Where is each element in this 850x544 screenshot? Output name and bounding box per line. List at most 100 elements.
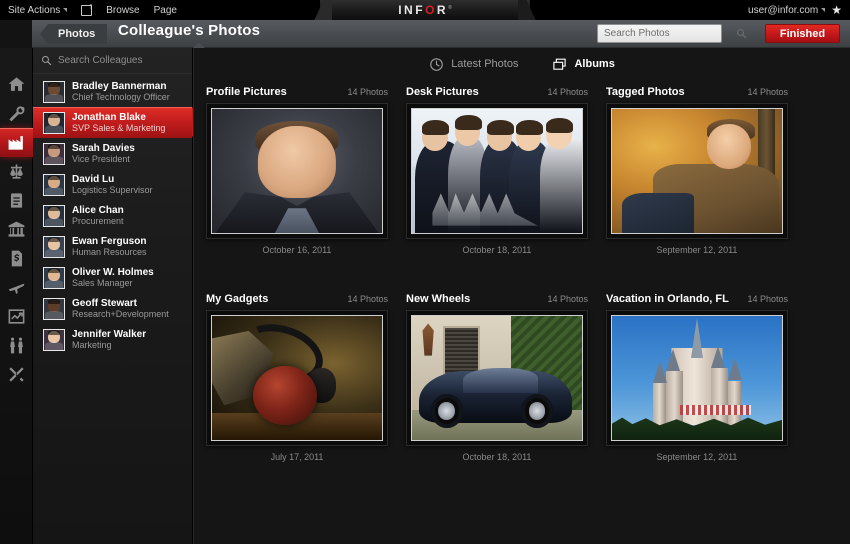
bank-icon xyxy=(8,221,25,237)
colleague-row[interactable]: Ewan Ferguson Human Resources xyxy=(33,231,192,262)
albums-grid: Profile Pictures 14 Photos October 16, 201… xyxy=(194,80,850,500)
album-tile[interactable]: Vacation in Orlando, FL 14 Photos Septembe… xyxy=(606,293,806,500)
logo-text: INFOR® xyxy=(398,3,452,17)
album-header: Vacation in Orlando, FL 14 Photos xyxy=(606,293,788,305)
album-title: New Wheels xyxy=(406,293,471,305)
photo-artwork xyxy=(612,109,782,233)
rail-item-airplane-icon[interactable] xyxy=(0,273,33,302)
colleague-row[interactable]: Bradley Bannerman Chief Technology Office… xyxy=(33,76,192,107)
colleague-role: Chief Technology Officer xyxy=(72,92,170,103)
colleague-row[interactable]: Oliver W. Holmes Sales Manager xyxy=(33,262,192,293)
clock-icon xyxy=(430,57,443,71)
invoice-dollar-icon xyxy=(11,250,23,267)
album-photo-count: 14 Photos xyxy=(547,294,588,304)
wrench-machine-icon xyxy=(9,106,25,122)
finished-button[interactable]: Finished xyxy=(765,24,840,43)
album-date: October 16, 2011 xyxy=(262,245,332,255)
finished-button-label: Finished xyxy=(779,27,826,40)
logo-plate: INFOR® xyxy=(306,0,544,20)
chevron-down-icon xyxy=(821,7,826,12)
album-thumbnail-image xyxy=(611,108,783,234)
page-tab[interactable]: Page xyxy=(154,5,177,16)
main-content: Latest Photos Albums Profile Pictures 14 … xyxy=(193,48,850,544)
search-photos-box[interactable] xyxy=(597,24,747,43)
tab-albums[interactable]: Albums xyxy=(552,57,615,72)
rail-item-wrench-machine-icon[interactable] xyxy=(0,99,33,128)
colleague-role: Research+Development xyxy=(72,309,169,320)
rail-item-home-icon[interactable] xyxy=(0,70,33,99)
album-thumbnail[interactable] xyxy=(206,103,388,239)
logo-part-o: O xyxy=(425,3,437,17)
rail-item-tools-icon[interactable] xyxy=(0,360,33,389)
photo-artwork xyxy=(212,316,382,440)
album-title: My Gadgets xyxy=(206,293,269,305)
search-photos-input[interactable] xyxy=(604,28,736,39)
colleague-sidebar: Bradley BannermanChief Technology Office… xyxy=(33,48,206,544)
colleague-row[interactable]: Jonathan Blake SVP Sales & Marketing xyxy=(33,107,206,138)
colleague-role: Sales Manager xyxy=(72,278,133,289)
album-date: July 17, 2011 xyxy=(270,452,324,462)
album-thumbnail-image xyxy=(411,315,583,441)
colleague-row[interactable]: Geoff Stewart Research+Development xyxy=(33,293,192,324)
avatar xyxy=(43,297,65,320)
rail-item-bank-icon[interactable] xyxy=(0,215,33,244)
search-colleagues-box[interactable] xyxy=(33,48,192,74)
browse-tab[interactable]: Browse xyxy=(106,5,139,16)
chart-icon xyxy=(8,309,25,324)
rail-item-scales-icon[interactable] xyxy=(0,157,33,186)
user-menu[interactable]: user@infor.com xyxy=(748,5,826,16)
album-header: Profile Pictures 14 Photos xyxy=(206,86,388,98)
rail-item-people-icon[interactable] xyxy=(0,331,33,360)
colleague-name: Jennifer Walker xyxy=(72,328,147,340)
album-thumbnail-image xyxy=(211,315,383,441)
search-colleagues-input[interactable] xyxy=(58,55,190,66)
colleague-text: Bradley Bannerman Chief Technology Office… xyxy=(72,81,170,103)
rail-item-invoice-dollar-icon[interactable] xyxy=(0,244,33,273)
site-actions-menu[interactable]: Site Actions xyxy=(8,5,68,16)
page-title: Colleague's Photos xyxy=(118,22,261,39)
photo-artwork xyxy=(412,316,582,440)
avatar xyxy=(43,173,65,196)
album-title: Desk Pictures xyxy=(406,86,479,98)
global-bar-right: user@infor.com ★ xyxy=(748,0,842,20)
avatar xyxy=(43,328,65,351)
album-tile[interactable]: Profile Pictures 14 Photos October 16, 201… xyxy=(206,86,406,293)
breadcrumb[interactable]: Photos xyxy=(40,24,108,44)
tab-latest-photos[interactable]: Latest Photos xyxy=(429,57,518,72)
rail-item-clipboard-icon[interactable] xyxy=(0,186,33,215)
tools-icon xyxy=(9,367,24,382)
album-date: October 18, 2011 xyxy=(462,245,532,255)
album-thumbnail[interactable] xyxy=(206,310,388,446)
album-date: September 12, 2011 xyxy=(656,452,738,462)
album-tile[interactable]: New Wheels 14 Photos October 18, 2011 xyxy=(406,293,606,500)
album-photo-count: 14 Photos xyxy=(747,294,788,304)
album-thumbnail[interactable] xyxy=(606,103,788,239)
album-thumbnail[interactable] xyxy=(406,103,588,239)
album-title: Tagged Photos xyxy=(606,86,685,98)
album-tile[interactable]: Tagged Photos 14 Photos September 12, 2011 xyxy=(606,86,806,293)
album-thumbnail-image xyxy=(411,108,583,234)
colleague-row[interactable]: Sarah Davies Vice President xyxy=(33,138,192,169)
app-window: Site Actions Browse Page INFOR® user@inf… xyxy=(0,0,850,544)
colleague-row[interactable]: David Lu Logistics Supervisor xyxy=(33,169,192,200)
star-icon[interactable]: ★ xyxy=(831,4,842,16)
photo-artwork xyxy=(412,109,582,233)
album-title: Vacation in Orlando, FL xyxy=(606,293,729,305)
album-title: Profile Pictures xyxy=(206,86,287,98)
albums-icon xyxy=(553,58,567,70)
colleague-name: Geoff Stewart xyxy=(72,297,138,309)
colleague-name: Jonathan Blake xyxy=(72,111,146,123)
rail-item-factory-icon[interactable] xyxy=(0,128,33,157)
album-tile[interactable]: Desk Pictures 14 Photos October 18, 2011 xyxy=(406,86,606,293)
album-header: Desk Pictures 14 Photos xyxy=(406,86,588,98)
colleague-row[interactable]: Jennifer Walker Marketing xyxy=(33,324,192,355)
breadcrumb-label: Photos xyxy=(58,28,96,40)
colleague-text: Sarah Davies Vice President xyxy=(72,143,135,165)
navigate-up-icon[interactable] xyxy=(81,1,93,16)
rail-item-chart-icon[interactable] xyxy=(0,302,33,331)
album-tile[interactable]: My Gadgets 14 Photos July 17, 2011 xyxy=(206,293,406,500)
album-thumbnail[interactable] xyxy=(406,310,588,446)
album-thumbnail[interactable] xyxy=(606,310,788,446)
colleague-text: Ewan Ferguson Human Resources xyxy=(72,236,147,258)
colleague-row[interactable]: Alice Chan Procurement xyxy=(33,200,192,231)
